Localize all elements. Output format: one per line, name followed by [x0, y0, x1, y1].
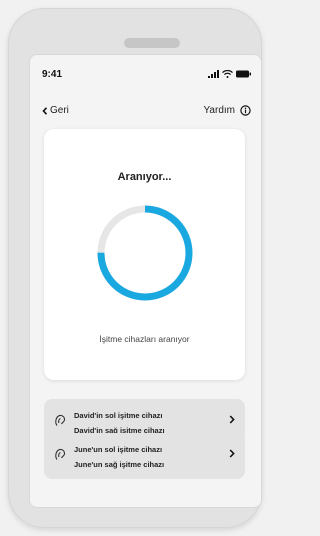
- help-button[interactable]: Yardım: [204, 105, 252, 116]
- help-label: Yardım: [203, 105, 236, 116]
- info-circle-icon: [240, 105, 251, 116]
- hearing-aid-icon: [55, 414, 66, 426]
- top-nav: Geri Yardım: [42, 105, 251, 119]
- status-icons: [208, 70, 251, 78]
- chevron-right-icon: [229, 415, 235, 424]
- search-progress-ring: [97, 205, 193, 301]
- wifi-icon: [222, 70, 233, 78]
- chevron-left-icon: [42, 106, 48, 115]
- device-left-label: June'un sol işitme cihazı: [74, 445, 163, 454]
- battery-icon: [236, 70, 251, 78]
- search-title: Aranıyor...: [117, 171, 172, 183]
- device-right-label: June'un sağ işitme cihazı: [74, 460, 165, 469]
- chevron-right-icon: [229, 449, 235, 458]
- device-left-label: David'in sol işitme cihazı: [74, 411, 163, 420]
- status-time: 9:41: [42, 69, 63, 80]
- back-label: Geri: [50, 105, 69, 116]
- device-pair-june[interactable]: June'un sol işitme cihazı June'un sağ iş…: [44, 433, 245, 479]
- back-button[interactable]: Geri: [42, 105, 69, 116]
- phone-frame: 9:41 Geri Yardım Aranıyor... İşitme ciha…: [8, 8, 262, 528]
- search-subtitle: İşitme cihazları aranıyor: [99, 334, 190, 344]
- status-bar: 9:41: [42, 69, 251, 83]
- search-card: Aranıyor... İşitme cihazları aranıyor: [44, 129, 245, 380]
- app-screen: 9:41 Geri Yardım Aranıyor... İşitme ciha…: [29, 54, 262, 508]
- phone-speaker: [124, 38, 180, 48]
- signal-icon: [208, 70, 219, 78]
- hearing-aid-icon: [55, 448, 66, 460]
